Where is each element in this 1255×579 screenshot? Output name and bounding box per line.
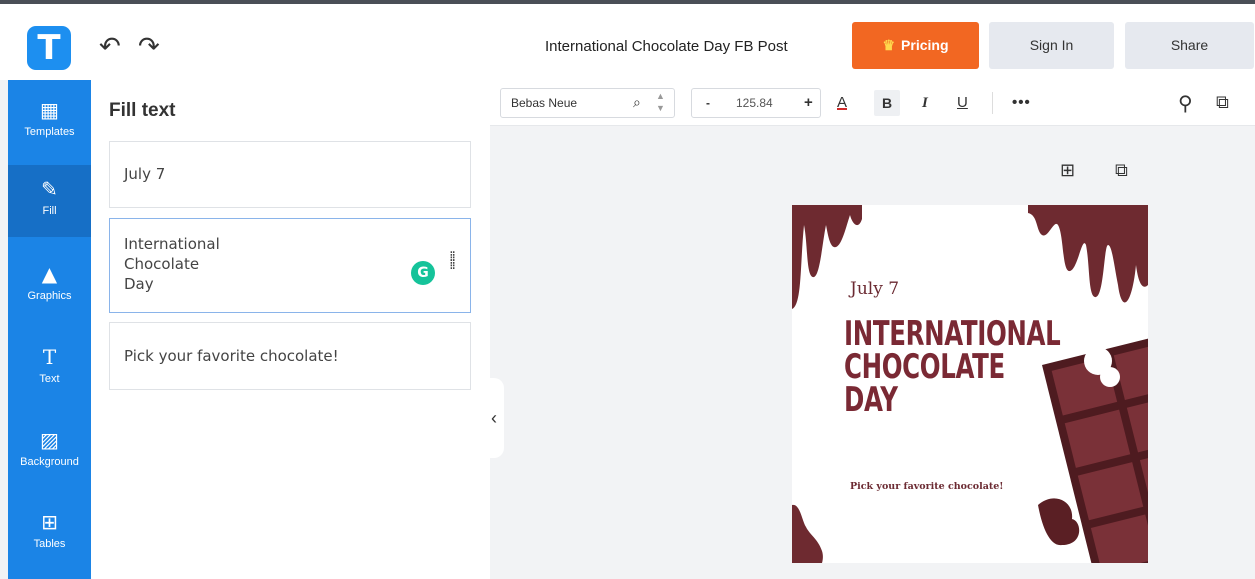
more-options-button[interactable]: ••• xyxy=(1012,90,1031,116)
sidebar-item-tables[interactable]: ⊞ Tables xyxy=(8,498,91,570)
increase-size-button[interactable]: + xyxy=(804,89,813,117)
canvas-date-text[interactable]: July 7 xyxy=(850,279,899,299)
background-icon: ▨ xyxy=(40,428,59,452)
field-text-line: Chocolate xyxy=(124,255,200,273)
document-title[interactable]: International Chocolate Day FB Post xyxy=(545,38,788,55)
bold-button[interactable]: B xyxy=(874,90,900,116)
canvas-subtitle-text[interactable]: Pick your favorite chocolate! xyxy=(850,481,1003,492)
sidebar-item-label: Templates xyxy=(24,126,75,138)
pricing-label: Pricing xyxy=(901,37,949,53)
field-text: July 7 xyxy=(124,165,166,183)
chocolate-blob xyxy=(1038,498,1080,546)
field-text-line: Day xyxy=(124,275,154,293)
fill-panel: Fill text July 7 International Chocolate… xyxy=(91,80,490,579)
italic-button[interactable]: I xyxy=(922,90,928,116)
sidebar-item-label: Tables xyxy=(33,538,66,550)
drag-handle-icon[interactable]: ⁞⁞ ⁞⁞ xyxy=(449,250,456,272)
text-field-title[interactable]: International Chocolate Day G ⁞⁞ ⁞⁞ xyxy=(109,218,471,313)
chevron-left-icon: ‹ xyxy=(491,408,497,428)
paint-format-icon[interactable]: ⚲ xyxy=(1178,90,1193,116)
font-size-value[interactable]: 125.84 xyxy=(736,89,773,117)
app-logo[interactable]: T xyxy=(27,26,71,70)
underline-button[interactable]: U xyxy=(957,90,968,116)
top-bar: T ↶ ↷ International Chocolate Day FB Pos… xyxy=(0,0,1255,80)
sidebar-item-graphics[interactable]: ▲ Graphics xyxy=(8,250,91,322)
table-icon: ⊞ xyxy=(41,510,58,534)
sidebar-item-label: Graphics xyxy=(27,290,72,302)
chocolate-drip-top-right xyxy=(1028,205,1148,303)
sidebar-item-text[interactable]: T Text xyxy=(8,333,91,405)
text-toolbar: Bebas Neue ⌕ ▲ ▼ - 125.84 + A B I U ••• ⚲… xyxy=(490,80,1255,126)
design-canvas[interactable]: July 7 INTERNATIONAL CHOCOLATE DAY Pick … xyxy=(792,205,1148,563)
search-icon[interactable]: ⌕ xyxy=(633,89,641,117)
copy-style-icon[interactable]: ⧉ xyxy=(1216,90,1229,116)
sign-in-button[interactable]: Sign In xyxy=(989,22,1114,69)
sidebar-item-label: Background xyxy=(20,456,79,468)
text-icon: T xyxy=(42,345,57,369)
pencil-icon: ✎ xyxy=(41,177,58,201)
field-text: Pick your favorite chocolate! xyxy=(124,347,339,365)
toolbar-divider xyxy=(992,92,993,114)
text-color-button[interactable]: A xyxy=(837,90,847,116)
canvas-title-text[interactable]: INTERNATIONAL CHOCOLATE DAY xyxy=(844,317,1061,420)
spinner-icon[interactable]: ▲ ▼ xyxy=(656,90,665,114)
sidebar: ▦ Templates ✎ Fill ▲ Graphics T Text ▨ B… xyxy=(8,80,91,579)
sidebar-item-label: Text xyxy=(39,373,60,385)
chocolate-drip-bottom-left xyxy=(792,504,823,563)
text-field-date[interactable]: July 7 xyxy=(109,141,471,208)
duplicate-page-icon[interactable]: ⧉ xyxy=(1115,160,1128,181)
text-field-subtitle[interactable]: Pick your favorite chocolate! xyxy=(109,322,471,390)
font-size-stepper[interactable]: - 125.84 + xyxy=(691,88,821,118)
crown-icon: ♛ xyxy=(882,37,896,53)
share-button[interactable]: Share xyxy=(1125,22,1254,69)
redo-icon[interactable]: ↷ xyxy=(138,32,160,62)
canvas-title-line: DAY xyxy=(844,380,898,420)
grammarly-icon[interactable]: G xyxy=(411,261,435,285)
shapes-icon: ▲ xyxy=(41,262,58,286)
sidebar-item-fill[interactable]: ✎ Fill xyxy=(8,165,91,237)
templates-icon: ▦ xyxy=(40,98,59,122)
sidebar-item-background[interactable]: ▨ Background xyxy=(8,416,91,488)
field-text-line: International xyxy=(124,235,220,253)
font-family-value: Bebas Neue xyxy=(511,96,578,110)
sidebar-item-label: Fill xyxy=(42,205,57,217)
pricing-button[interactable]: ♛ Pricing xyxy=(852,22,979,69)
sidebar-item-templates[interactable]: ▦ Templates xyxy=(8,86,91,158)
panel-title: Fill text xyxy=(109,100,176,121)
add-page-icon[interactable]: ⊞ xyxy=(1060,160,1075,181)
undo-icon[interactable]: ↶ xyxy=(99,32,121,62)
collapse-panel-button[interactable]: ‹ xyxy=(484,378,504,458)
decrease-size-button[interactable]: - xyxy=(706,89,710,117)
font-family-select[interactable]: Bebas Neue ⌕ ▲ ▼ xyxy=(500,88,675,118)
